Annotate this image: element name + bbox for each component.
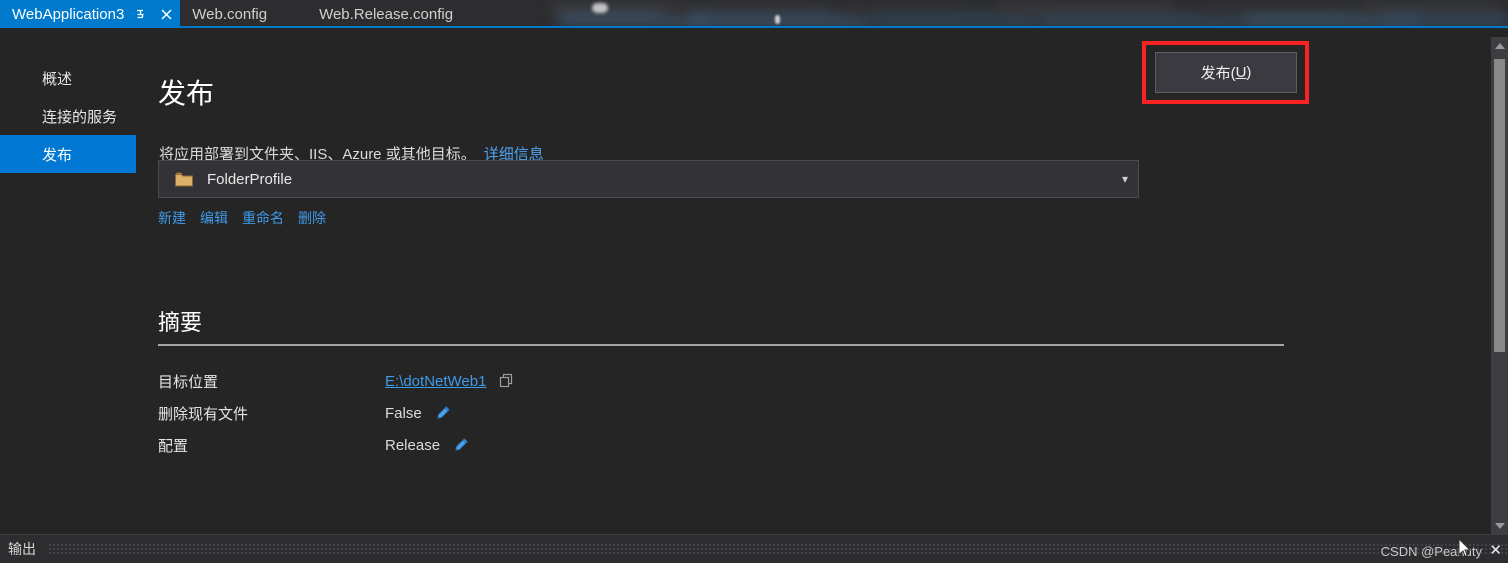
publish-main-panel: 发布 将应用部署到文件夹、IIS、Azure 或其他目标。 详细信息 Folder… (136, 29, 1480, 534)
summary-label-target-location: 目标位置 (158, 373, 219, 391)
sidebar-item-label: 连接的服务 (42, 108, 118, 126)
scroll-up-arrow-icon[interactable] (1491, 37, 1508, 54)
page-title: 发布 (158, 78, 215, 109)
scroll-down-arrow-icon[interactable] (1491, 517, 1508, 534)
new-profile-link[interactable]: 新建 (158, 208, 186, 228)
configuration-value: Release (385, 436, 441, 454)
edit-pencil-icon[interactable] (453, 437, 469, 453)
summary-divider (158, 344, 1284, 346)
table-row: 配置 Release (158, 429, 858, 461)
delete-profile-link[interactable]: 删除 (298, 208, 326, 228)
mouse-cursor-icon (1458, 537, 1472, 563)
sidebar-item-label: 概述 (42, 70, 73, 88)
drag-grip (48, 543, 1508, 555)
active-tab-underline (0, 26, 1508, 28)
sidebar-item-overview[interactable]: 概述 (0, 59, 136, 97)
sidebar-item-label: 发布 (42, 146, 73, 164)
tab-label: Web.config (192, 5, 268, 23)
tab-webapplication3[interactable]: WebApplication3 (0, 0, 181, 28)
folder-icon (175, 172, 193, 186)
tab-web-release-config[interactable]: Web.Release.config (307, 0, 465, 28)
close-icon[interactable] (156, 4, 176, 24)
target-location-link[interactable]: E:\dotNetWeb1 (385, 373, 486, 390)
summary-label-configuration: 配置 (158, 437, 189, 455)
summary-value-delete-existing-files: False (385, 397, 858, 429)
summary-value-configuration: Release (385, 429, 858, 461)
output-label[interactable]: 输出 (8, 539, 36, 559)
scrollbar-thumb[interactable] (1494, 59, 1505, 352)
redacted-tabs-region (540, 0, 1508, 28)
publish-button-label-after: ) (1246, 64, 1252, 81)
table-row: 目标位置 E:\dotNetWeb1 (158, 365, 858, 397)
tab-label: WebApplication3 (12, 5, 125, 23)
summary-table: 目标位置 E:\dotNetWeb1 删除现有文件 False 配置 Relea… (158, 365, 858, 461)
output-status-bar: 输出 CSDN @Peanuty ✕ (0, 534, 1508, 563)
summary-value-target-location: E:\dotNetWeb1 (385, 365, 858, 397)
table-row: 删除现有文件 False (158, 397, 858, 429)
profile-actions: 新建 编辑 重命名 删除 (158, 208, 326, 228)
profile-name: FolderProfile (207, 170, 293, 188)
vertical-scrollbar[interactable] (1491, 37, 1508, 534)
publish-sidebar: 概述 连接的服务 发布 (0, 29, 136, 534)
publish-profile-dropdown[interactable]: FolderProfile ▾ (158, 160, 1139, 198)
publish-button-label-before: 发布( (1200, 65, 1236, 82)
chevron-down-icon[interactable]: ▾ (1122, 173, 1128, 185)
summary-label-delete-existing-files: 删除现有文件 (158, 405, 249, 423)
publish-button-accelerator: U (1235, 64, 1247, 81)
delete-existing-files-value: False (385, 404, 422, 422)
edit-pencil-icon[interactable] (435, 405, 451, 421)
tab-web-config[interactable]: Web.config (180, 0, 279, 28)
pin-icon[interactable] (130, 4, 150, 24)
sidebar-item-publish[interactable]: 发布 (0, 135, 136, 173)
publish-button[interactable]: 发布(U) (1155, 52, 1297, 93)
rename-profile-link[interactable]: 重命名 (242, 208, 284, 228)
summary-heading: 摘要 (158, 310, 203, 335)
sidebar-item-connected-services[interactable]: 连接的服务 (0, 97, 136, 135)
tab-label: Web.Release.config (319, 5, 454, 23)
copy-icon[interactable] (499, 373, 515, 389)
edit-profile-link[interactable]: 编辑 (200, 208, 228, 228)
visual-studio-publish-window: WebApplication3 Web.config Web.Release.c… (0, 0, 1508, 563)
tab-spacer (279, 0, 307, 27)
watermark-close-icon[interactable]: ✕ (1489, 541, 1502, 559)
